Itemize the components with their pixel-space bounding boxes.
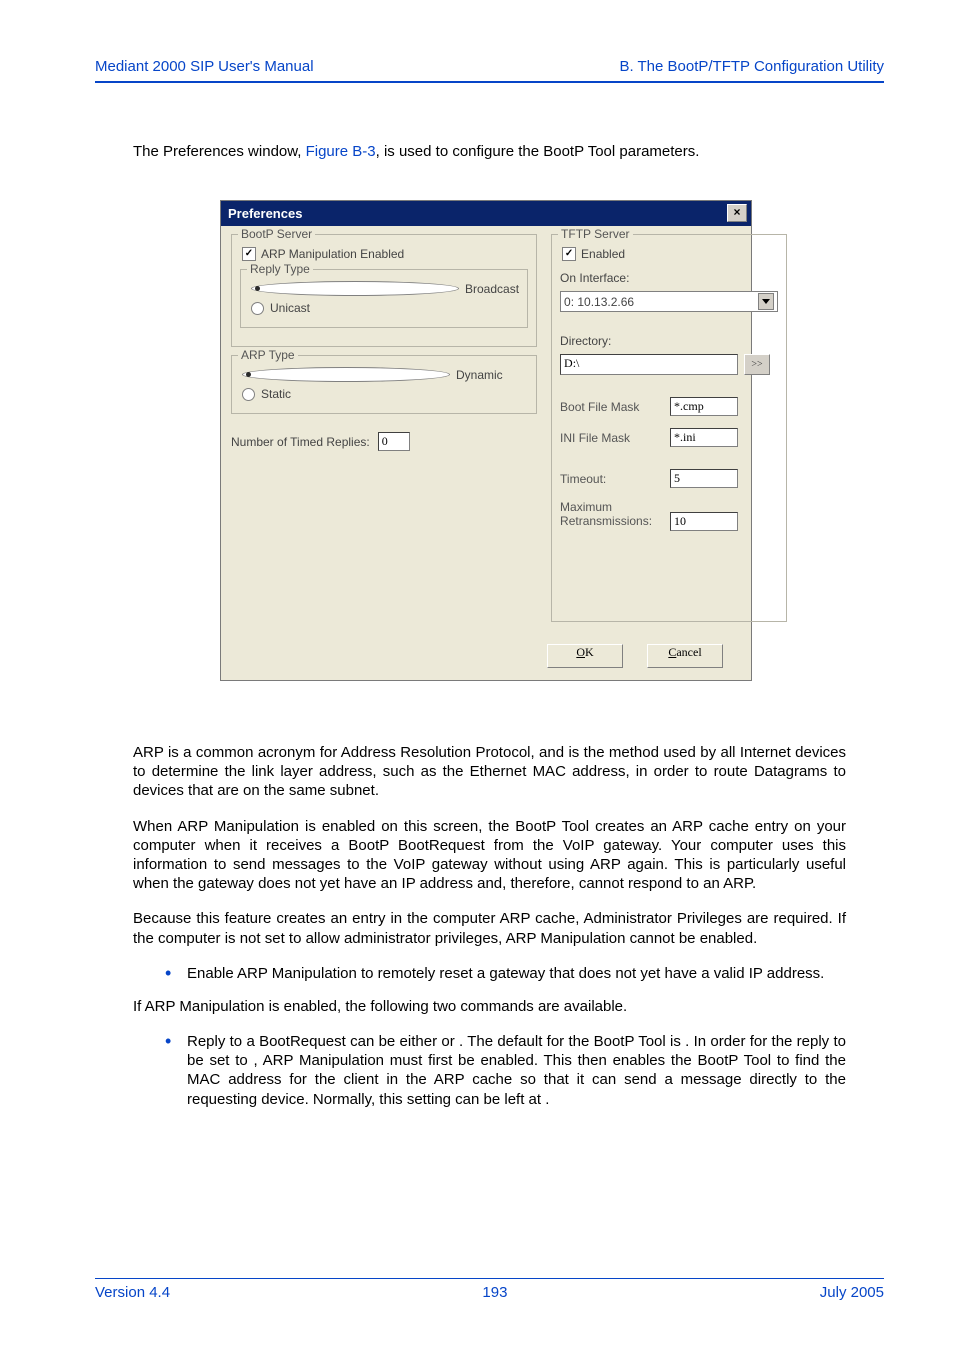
- ini-mask-label: INI File Mask: [560, 431, 660, 445]
- interface-select[interactable]: 0: 10.13.2.66: [560, 291, 778, 312]
- header-right: B. The BootP/TFTP Configuration Utility: [619, 58, 884, 75]
- close-icon[interactable]: ×: [727, 204, 747, 222]
- retrans-input[interactable]: 10: [670, 512, 738, 531]
- tftp-enabled-checkbox[interactable]: ✓: [562, 247, 576, 261]
- directory-input[interactable]: D:\: [560, 354, 738, 375]
- footer-date: July 2005: [820, 1284, 884, 1301]
- browse-button[interactable]: >>: [744, 354, 770, 375]
- boot-mask-label: Boot File Mask: [560, 400, 660, 414]
- directory-label: Directory:: [560, 334, 778, 348]
- intro-text: The Preferences window, Figure B-3, is u…: [133, 143, 884, 160]
- bullet-1: Enable ARP Manipulation to remotely rese…: [165, 964, 846, 983]
- window-title: Preferences: [228, 206, 302, 221]
- ini-mask-input[interactable]: *.ini: [670, 428, 738, 447]
- timeout-input[interactable]: 5: [670, 469, 738, 488]
- unicast-label: Unicast: [270, 301, 310, 315]
- broadcast-radio[interactable]: [251, 281, 459, 296]
- preferences-window: Preferences × BootP Server ✓ ARP Manipul…: [220, 200, 752, 681]
- arp-manipulation-checkbox[interactable]: ✓: [242, 247, 256, 261]
- chevron-down-icon[interactable]: [758, 293, 774, 310]
- bullet-2: Reply to a BootRequest can be either or …: [165, 1032, 846, 1109]
- arp-manipulation-label: ARP Manipulation Enabled: [261, 247, 404, 261]
- tftp-enabled-label: Enabled: [581, 247, 625, 261]
- cancel-button[interactable]: Cancel: [647, 644, 723, 668]
- on-interface-label: On Interface:: [560, 271, 778, 285]
- timed-replies-input[interactable]: 0: [378, 432, 410, 451]
- footer-rule: [95, 1278, 884, 1279]
- ok-button[interactable]: OK: [547, 644, 623, 668]
- dynamic-label: Dynamic: [456, 368, 503, 382]
- figure-link[interactable]: Figure B-3: [306, 143, 376, 160]
- paragraph-1: ARP is a common acronym for Address Reso…: [133, 743, 846, 801]
- dynamic-radio[interactable]: [242, 367, 450, 382]
- boot-mask-input[interactable]: *.cmp: [670, 397, 738, 416]
- titlebar: Preferences ×: [221, 201, 751, 226]
- footer-version: Version 4.4: [95, 1284, 170, 1301]
- arp-type-group: ARP Type Dynamic Static: [231, 355, 537, 414]
- static-radio[interactable]: [242, 388, 255, 401]
- tftp-server-group: TFTP Server ✓ Enabled On Interface: 0: 1…: [551, 234, 787, 622]
- footer-page: 193: [482, 1284, 507, 1301]
- reply-type-group: Reply Type Broadcast Unicast: [240, 269, 528, 328]
- unicast-radio[interactable]: [251, 302, 264, 315]
- paragraph-3: Because this feature creates an entry in…: [133, 909, 846, 947]
- paragraph-4: If ARP Manipulation is enabled, the foll…: [133, 997, 846, 1016]
- bootp-server-group: BootP Server ✓ ARP Manipulation Enabled …: [231, 234, 537, 347]
- static-label: Static: [261, 387, 291, 401]
- timeout-label: Timeout:: [560, 472, 660, 486]
- timed-replies-label: Number of Timed Replies:: [231, 435, 370, 449]
- broadcast-label: Broadcast: [465, 282, 519, 296]
- retrans-label: Maximum Retransmissions:: [560, 500, 660, 528]
- header-rule: [95, 81, 884, 83]
- header-left: Mediant 2000 SIP User's Manual: [95, 58, 314, 75]
- paragraph-2: When ARP Manipulation is enabled on this…: [133, 817, 846, 894]
